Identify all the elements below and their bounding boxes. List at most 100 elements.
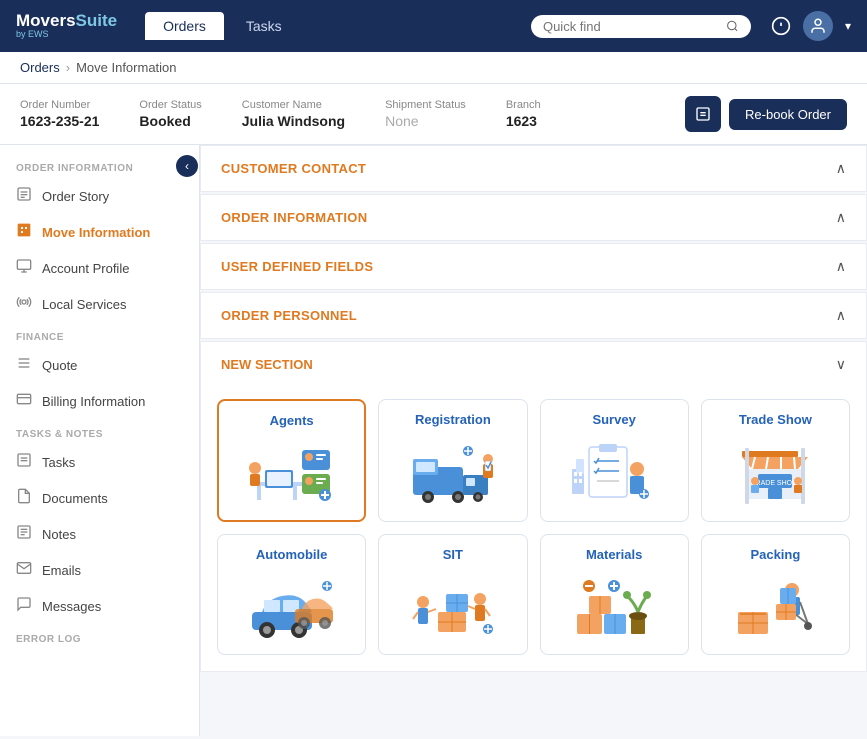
sidebar-item-label: Move Information	[42, 225, 150, 240]
sidebar-section-order-info: ORDER INFORMATION	[0, 153, 199, 178]
accordion-customer-contact-title: CUSTOMER CONTACT	[221, 161, 366, 176]
sidebar-item-local-services[interactable]: Local Services	[0, 286, 199, 322]
search-input[interactable]	[543, 19, 720, 34]
sidebar-item-label: Billing Information	[42, 394, 145, 409]
sidebar-section-finance: FINANCE	[0, 322, 199, 347]
sidebar-item-label: Emails	[42, 563, 81, 578]
move-information-icon	[16, 222, 32, 242]
card-registration-label: Registration	[415, 412, 491, 427]
chevron-up-icon: ∧	[836, 209, 846, 226]
accordion-order-personnel-header[interactable]: ORDER PERSONNEL ∧	[201, 293, 866, 338]
accordion-order-information-header[interactable]: ORDER INFORMATION ∧	[201, 195, 866, 240]
card-survey-label: Survey	[592, 412, 635, 427]
nav-tabs: Orders Tasks	[145, 12, 300, 40]
accordion-order-personnel-title: ORDER PERSONNEL	[221, 308, 357, 323]
sidebar-section-tasks-notes: TASKS & NOTES	[0, 419, 199, 444]
sidebar-item-account-profile[interactable]: Account Profile	[0, 250, 199, 286]
accordion-user-defined-fields: USER DEFINED FIELDS ∧	[200, 243, 867, 290]
main-layout: ORDER INFORMATION ‹ Order Story Move Inf…	[0, 145, 867, 736]
new-section: NEW SECTION ∨ Agents	[200, 341, 867, 672]
content-area: CUSTOMER CONTACT ∧ ORDER INFORMATION ∧ U…	[200, 145, 867, 736]
customer-name-label: Customer Name	[242, 99, 345, 111]
sidebar-item-emails[interactable]: Emails	[0, 552, 199, 588]
automobile-illustration	[230, 570, 353, 642]
accordion-user-defined-fields-title: USER DEFINED FIELDS	[221, 259, 373, 274]
chevron-up-icon: ∧	[836, 160, 846, 177]
card-sit-label: SIT	[443, 547, 463, 562]
card-packing[interactable]: Packing	[701, 534, 850, 655]
search-icon	[726, 19, 739, 33]
agents-illustration	[231, 436, 352, 508]
nav-icons: ▾	[771, 11, 851, 41]
sidebar-item-quote[interactable]: Quote	[0, 347, 199, 383]
account-profile-icon	[16, 258, 32, 278]
card-registration[interactable]: Registration	[378, 399, 527, 522]
card-automobile[interactable]: Automobile	[217, 534, 366, 655]
order-number-field: Order Number 1623-235-21	[20, 99, 99, 129]
document-icon-button[interactable]	[685, 96, 721, 132]
user-avatar[interactable]	[803, 11, 833, 41]
chevron-down-button[interactable]: ▾	[845, 19, 851, 33]
sidebar-item-order-story[interactable]: Order Story	[0, 178, 199, 214]
sidebar-item-label: Notes	[42, 527, 76, 542]
card-survey[interactable]: Survey	[540, 399, 689, 522]
sidebar: ORDER INFORMATION ‹ Order Story Move Inf…	[0, 145, 200, 736]
survey-illustration	[553, 435, 676, 507]
tab-orders[interactable]: Orders	[145, 12, 224, 40]
order-status-field: Order Status Booked	[139, 99, 201, 129]
card-trade-show[interactable]: Trade Show	[701, 399, 850, 522]
accordion-order-information-title: ORDER INFORMATION	[221, 210, 367, 225]
sidebar-item-billing-information[interactable]: Billing Information	[0, 383, 199, 419]
local-services-icon	[16, 294, 32, 314]
card-agents[interactable]: Agents	[217, 399, 366, 522]
breadcrumb-orders[interactable]: Orders	[20, 60, 60, 75]
sidebar-collapse-button[interactable]: ‹	[176, 155, 198, 177]
sidebar-item-tasks[interactable]: Tasks	[0, 444, 199, 480]
quote-icon	[16, 355, 32, 375]
chevron-up-icon: ∧	[836, 307, 846, 324]
rebook-area: Re-book Order	[685, 96, 847, 132]
breadcrumb-current: Move Information	[76, 60, 176, 75]
accordion-user-defined-fields-header[interactable]: USER DEFINED FIELDS ∧	[201, 244, 866, 289]
sidebar-section-error-log: ERROR LOG	[0, 624, 199, 649]
card-sit[interactable]: SIT	[378, 534, 527, 655]
sidebar-item-label: Tasks	[42, 455, 75, 470]
user-icon	[809, 17, 827, 35]
new-section-header[interactable]: NEW SECTION ∨	[201, 342, 866, 387]
rebook-order-button[interactable]: Re-book Order	[729, 99, 847, 130]
shipment-status-field: Shipment Status None	[385, 99, 466, 129]
notes-icon	[16, 524, 32, 544]
cards-grid: Agents	[201, 387, 866, 671]
card-packing-label: Packing	[750, 547, 800, 562]
order-number-value: 1623-235-21	[20, 113, 99, 129]
info-button[interactable]	[771, 16, 791, 36]
breadcrumb-separator: ›	[66, 60, 70, 75]
sit-illustration	[391, 570, 514, 642]
sidebar-item-notes[interactable]: Notes	[0, 516, 199, 552]
card-materials-label: Materials	[586, 547, 642, 562]
sidebar-item-move-information[interactable]: Move Information	[0, 214, 199, 250]
new-section-title: NEW SECTION	[221, 357, 313, 372]
tab-tasks[interactable]: Tasks	[228, 12, 300, 40]
accordion-customer-contact-header[interactable]: CUSTOMER CONTACT ∧	[201, 146, 866, 191]
top-nav: MoversSuite by EWS Orders Tasks ▾	[0, 0, 867, 52]
card-materials[interactable]: Materials	[540, 534, 689, 655]
sidebar-item-messages[interactable]: Messages	[0, 588, 199, 624]
accordion-order-information: ORDER INFORMATION ∧	[200, 194, 867, 241]
tasks-icon	[16, 452, 32, 472]
document-icon	[695, 106, 711, 122]
search-bar	[531, 15, 751, 38]
order-status-value: Booked	[139, 113, 201, 129]
materials-illustration	[553, 570, 676, 642]
sidebar-item-label: Order Story	[42, 189, 109, 204]
tradeshow-illustration: TRADE SHOW	[714, 435, 837, 507]
accordion-order-personnel: ORDER PERSONNEL ∧	[200, 292, 867, 339]
sidebar-item-label: Documents	[42, 491, 108, 506]
sidebar-item-documents[interactable]: Documents	[0, 480, 199, 516]
emails-icon	[16, 560, 32, 580]
customer-name-value: Julia Windsong	[242, 113, 345, 129]
messages-icon	[16, 596, 32, 616]
order-story-icon	[16, 186, 32, 206]
branch-label: Branch	[506, 99, 541, 111]
sidebar-item-label: Local Services	[42, 297, 127, 312]
